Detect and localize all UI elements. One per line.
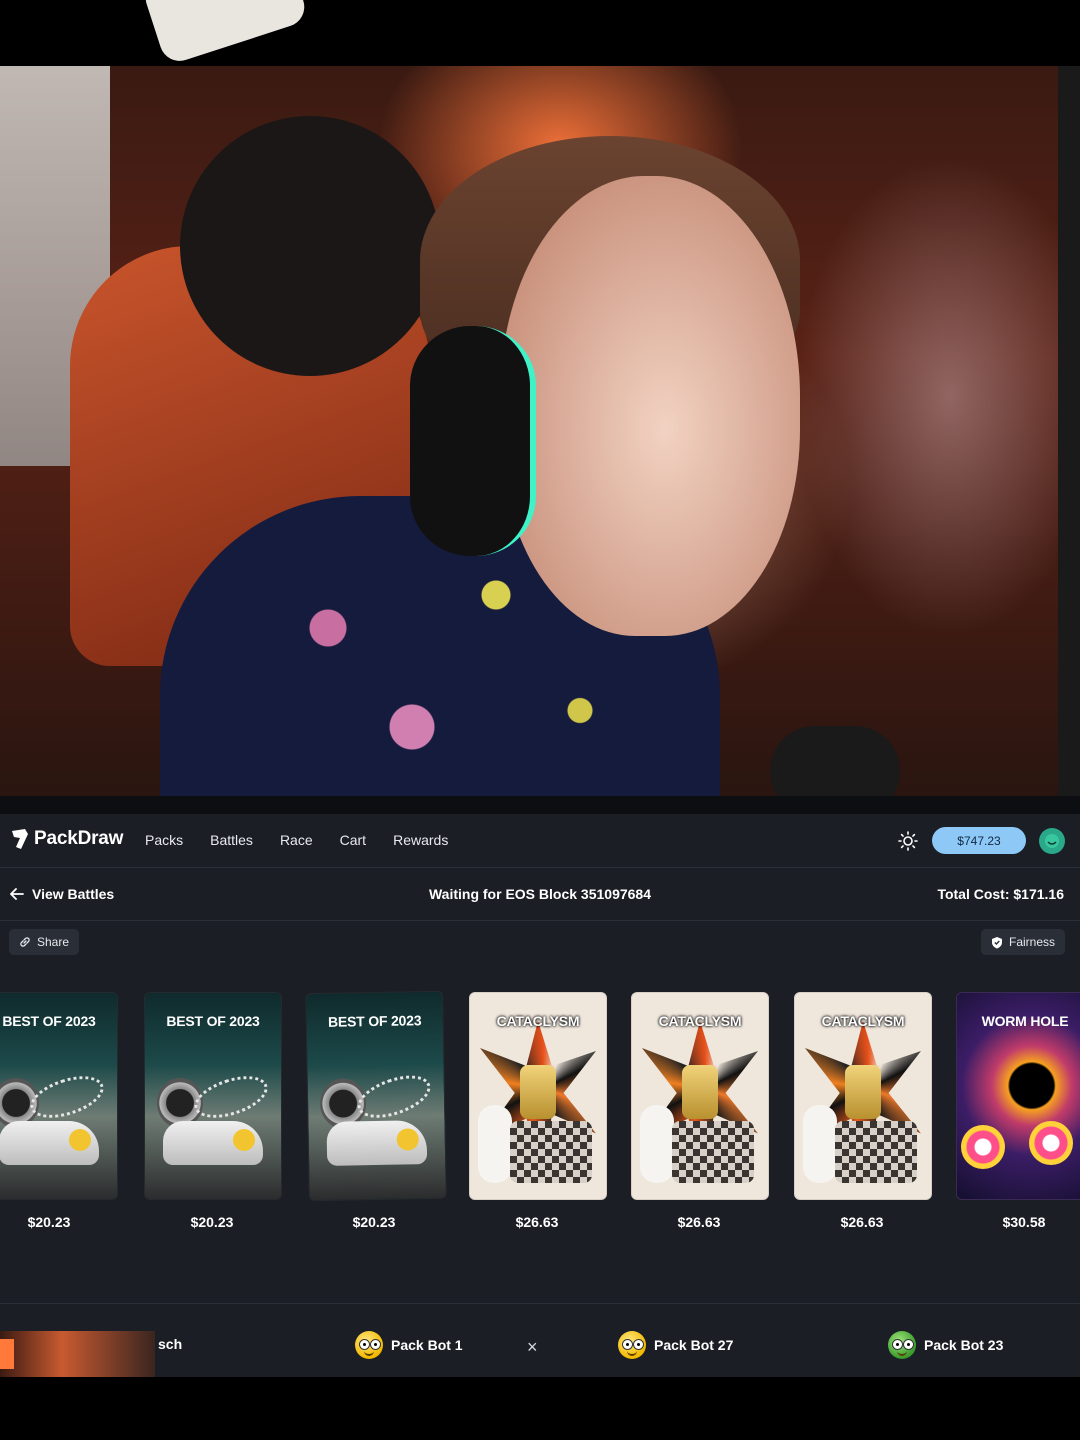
players-row: sch Pack Bot 1 × Pack Bot 27 Pack Bot 23 <box>0 1303 1080 1377</box>
yellow-face-icon <box>618 1331 646 1359</box>
brand-logo[interactable]: PackDraw <box>10 828 123 850</box>
total-cost: Total Cost: $171.16 <box>937 886 1064 902</box>
user-avatar-icon <box>1045 834 1059 848</box>
pack-price: $20.23 <box>27 1214 71 1230</box>
pack-title: CATACLYSM <box>821 1013 905 1029</box>
share-button[interactable]: Share <box>9 929 80 955</box>
pack-title: BEST OF 2023 <box>166 1013 260 1029</box>
pack-price: $26.63 <box>677 1214 721 1230</box>
smiley-icon <box>69 1129 91 1151</box>
flower-art <box>1029 1121 1073 1165</box>
light-bar <box>0 1339 14 1369</box>
user-avatar[interactable] <box>1039 828 1065 854</box>
pack-card-best-of-2023[interactable]: BEST OF 2023 <box>0 992 118 1200</box>
sticker-fragment <box>140 0 310 67</box>
nav-cart[interactable]: Cart <box>340 832 366 848</box>
gold-watch-art <box>845 1065 881 1119</box>
chain-art <box>189 1068 273 1126</box>
nav-links: Packs Battles Race Cart Rewards <box>145 832 448 848</box>
bear-figure-art <box>803 1105 837 1183</box>
checkered-bag-art <box>835 1121 917 1183</box>
pack-price: $26.63 <box>840 1214 884 1230</box>
brand-name: PackDraw <box>34 828 124 849</box>
chain-art <box>352 1067 436 1127</box>
webcam-feed <box>0 66 1080 796</box>
hoodie <box>180 116 440 376</box>
packdraw-logo-icon <box>12 829 28 849</box>
nav-battles[interactable]: Battles <box>210 832 253 848</box>
checkered-bag-art <box>510 1121 592 1183</box>
player-name-fragment: sch <box>158 1336 183 1352</box>
pack-title: BEST OF 2023 <box>327 1012 422 1030</box>
pack-title: CATACLYSM <box>658 1013 742 1029</box>
frame-edge <box>1058 66 1080 796</box>
top-black-bar <box>0 0 1080 67</box>
link-icon <box>20 937 30 947</box>
close-icon[interactable]: × <box>527 1337 538 1358</box>
divider-bar <box>0 796 1080 814</box>
bear-figure-art <box>640 1105 674 1183</box>
streamer-face <box>500 176 800 636</box>
pack-price: $30.58 <box>1002 1214 1046 1230</box>
player-pack-bot-23[interactable]: Pack Bot 23 <box>888 1331 1003 1359</box>
smiley-icon <box>233 1129 255 1151</box>
bear-figure-art <box>478 1105 512 1183</box>
yellow-face-icon <box>355 1331 383 1359</box>
bottom-black-bar <box>0 1377 1080 1440</box>
gold-watch-art <box>682 1065 718 1119</box>
battle-header: View Battles Waiting for EOS Block 35109… <box>0 868 1080 921</box>
battle-status: Waiting for EOS Block 351097684 <box>428 886 651 902</box>
microphone <box>770 726 900 796</box>
share-label: Share <box>37 935 70 949</box>
player-name: Pack Bot 27 <box>654 1337 734 1353</box>
player-name: Pack Bot 23 <box>924 1337 1004 1353</box>
chain-art <box>25 1068 109 1126</box>
webcam-thumbnail <box>0 1331 155 1377</box>
player-pack-bot-1[interactable]: Pack Bot 1 <box>355 1331 463 1359</box>
balance-button[interactable]: $747.23 <box>932 827 1026 854</box>
shield-check-icon <box>991 936 1002 948</box>
headset <box>410 326 536 556</box>
nav-rewards[interactable]: Rewards <box>393 832 448 848</box>
pack-title: WORM HOLE <box>981 1013 1069 1029</box>
pack-price: $20.23 <box>190 1214 234 1230</box>
pack-title: BEST OF 2023 <box>2 1013 96 1029</box>
packdraw-app: PackDraw Packs Battles Race Cart Rewards… <box>0 814 1080 1377</box>
fairness-button[interactable]: Fairness <box>980 929 1065 955</box>
pack-price: $20.23 <box>352 1214 396 1230</box>
pack-card-cataclysm[interactable]: CATACLYSM <box>631 992 769 1200</box>
top-nav: PackDraw Packs Battles Race Cart Rewards… <box>0 814 1080 868</box>
pack-title: CATACLYSM <box>496 1013 580 1029</box>
flower-art <box>961 1125 1005 1169</box>
green-face-icon <box>888 1331 916 1359</box>
player-name: Pack Bot 1 <box>391 1337 463 1353</box>
theme-toggle-sun-icon[interactable] <box>898 831 918 851</box>
fairness-label: Fairness <box>1008 935 1055 949</box>
player-pack-bot-27[interactable]: Pack Bot 27 <box>618 1331 733 1359</box>
pack-card-best-of-2023[interactable]: BEST OF 2023 <box>144 992 282 1200</box>
pack-card-cataclysm[interactable]: CATACLYSM <box>794 992 932 1200</box>
pack-card-worm-hole[interactable]: WORM HOLE <box>956 992 1080 1200</box>
nav-packs[interactable]: Packs <box>145 832 183 848</box>
checkered-bag-art <box>672 1121 754 1183</box>
pack-card-cataclysm[interactable]: CATACLYSM <box>469 992 607 1200</box>
pack-card-best-of-2023[interactable]: BEST OF 2023 <box>305 990 447 1202</box>
gold-watch-art <box>520 1065 556 1119</box>
nav-race[interactable]: Race <box>280 832 313 848</box>
pack-price: $26.63 <box>515 1214 559 1230</box>
